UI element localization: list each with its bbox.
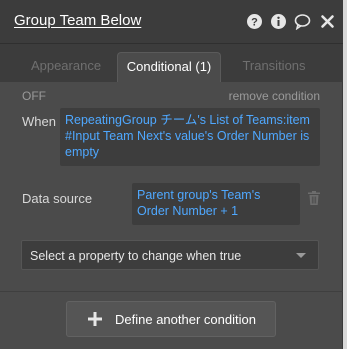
chevron-down-icon xyxy=(296,253,306,258)
panel-header: Group Team Below ? xyxy=(0,0,343,44)
svg-text:?: ? xyxy=(251,17,258,29)
info-icon[interactable] xyxy=(270,13,287,30)
tab-appearance[interactable]: Appearance xyxy=(12,52,120,82)
canvas-edge xyxy=(343,0,347,349)
divider xyxy=(0,291,343,292)
trash-icon[interactable] xyxy=(306,190,322,206)
when-expression-field[interactable]: RepeatingGroup チーム's List of Teams:item … xyxy=(60,108,320,166)
data-source-label: Data source xyxy=(22,191,93,206)
tab-transitions[interactable]: Transitions xyxy=(222,52,326,82)
define-button-label: Define another condition xyxy=(115,312,256,327)
plus-icon xyxy=(88,312,102,326)
property-select-value: Select a property to change when true xyxy=(30,249,242,263)
when-label: When xyxy=(22,114,56,129)
element-title[interactable]: Group Team Below xyxy=(14,12,141,29)
define-another-condition-button[interactable]: Define another condition xyxy=(66,301,276,337)
condition-status[interactable]: OFF xyxy=(22,89,46,103)
close-icon[interactable] xyxy=(319,13,336,30)
comment-icon[interactable] xyxy=(294,13,311,30)
conditional-panel: Group Team Below ? Appearance Conditiona… xyxy=(0,0,343,349)
property-select[interactable]: Select a property to change when true xyxy=(21,240,319,270)
remove-condition-link[interactable]: remove condition xyxy=(229,89,320,103)
help-icon[interactable]: ? xyxy=(246,13,263,30)
tab-conditional[interactable]: Conditional (1) xyxy=(117,52,221,82)
data-source-expression-field[interactable]: Parent group's Team's Order Number + 1 xyxy=(132,183,300,225)
tab-bar: Appearance Conditional (1) Transitions xyxy=(0,44,343,82)
